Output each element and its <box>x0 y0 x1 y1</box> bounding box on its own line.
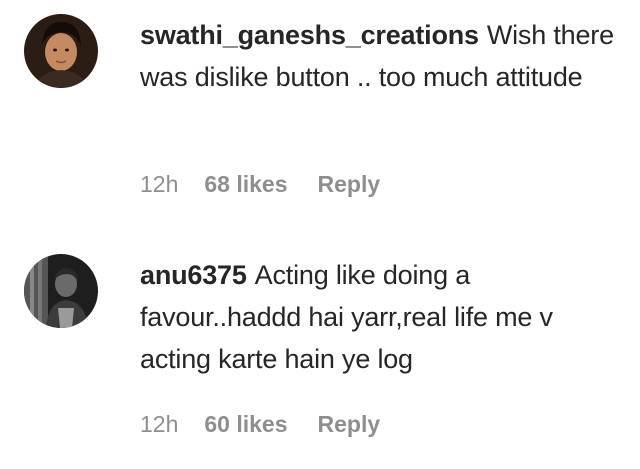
reply-button[interactable]: Reply <box>318 171 381 198</box>
comment-text-block: swathi_ganeshs_creations Wish there was d… <box>140 14 620 98</box>
comment-meta: 12h 68 likes Reply <box>140 168 380 200</box>
comment-timestamp[interactable]: 12h <box>140 411 178 438</box>
user-avatar-icon <box>24 14 98 88</box>
reply-button[interactable]: Reply <box>318 411 381 438</box>
comment-username[interactable]: anu6375 <box>140 260 247 290</box>
likes-count[interactable]: 68 likes <box>204 171 287 198</box>
user-avatar-icon <box>24 254 98 328</box>
avatar[interactable] <box>24 14 98 88</box>
avatar[interactable] <box>24 254 98 328</box>
comment-text-block: anu6375 Acting like doing a favour..haddd… <box>140 254 620 380</box>
likes-count[interactable]: 60 likes <box>204 411 287 438</box>
comment-timestamp[interactable]: 12h <box>140 171 178 198</box>
comment-meta: 12h 60 likes Reply <box>140 408 380 440</box>
comment-username[interactable]: swathi_ganeshs_creations <box>140 20 479 50</box>
